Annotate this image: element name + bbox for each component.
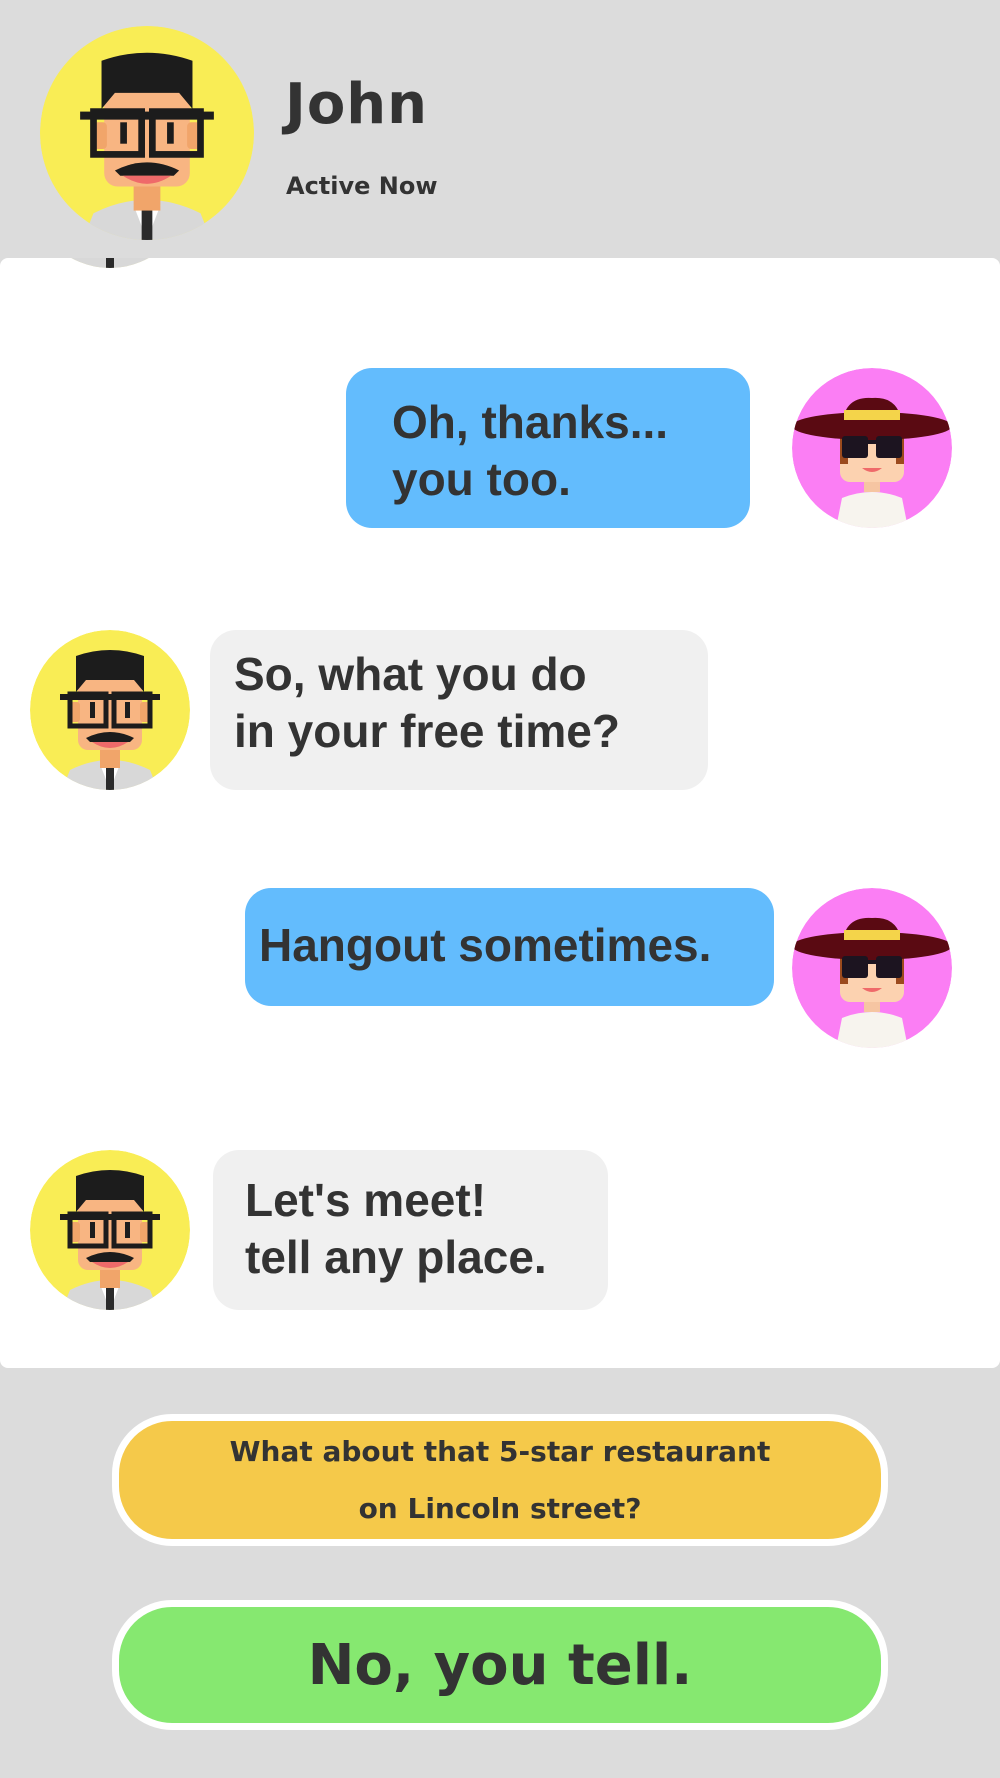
reply-option-you-tell[interactable]: No, you tell. [112, 1600, 888, 1730]
message-bubble-incoming: Let's meet! tell any place. [213, 1150, 608, 1310]
message-bubble-outgoing: Hangout sometimes. [245, 888, 774, 1006]
user-avatar [792, 368, 952, 528]
message-list[interactable]: Oh, thanks... you too. So, what you do i… [0, 258, 1000, 1368]
contact-status: Active Now [286, 172, 438, 200]
reply-option-restaurant[interactable]: What about that 5-star restaurant on Lin… [112, 1414, 888, 1546]
chat-header: John Active Now [0, 0, 1000, 258]
user-avatar [792, 888, 952, 1048]
john-avatar [30, 1150, 190, 1310]
message-bubble-outgoing: Oh, thanks... you too. [346, 368, 750, 528]
contact-avatar[interactable] [40, 26, 254, 240]
john-avatar-partial [30, 258, 190, 268]
john-avatar [30, 630, 190, 790]
contact-name: John [285, 72, 429, 137]
message-bubble-incoming: So, what you do in your free time? [210, 630, 708, 790]
